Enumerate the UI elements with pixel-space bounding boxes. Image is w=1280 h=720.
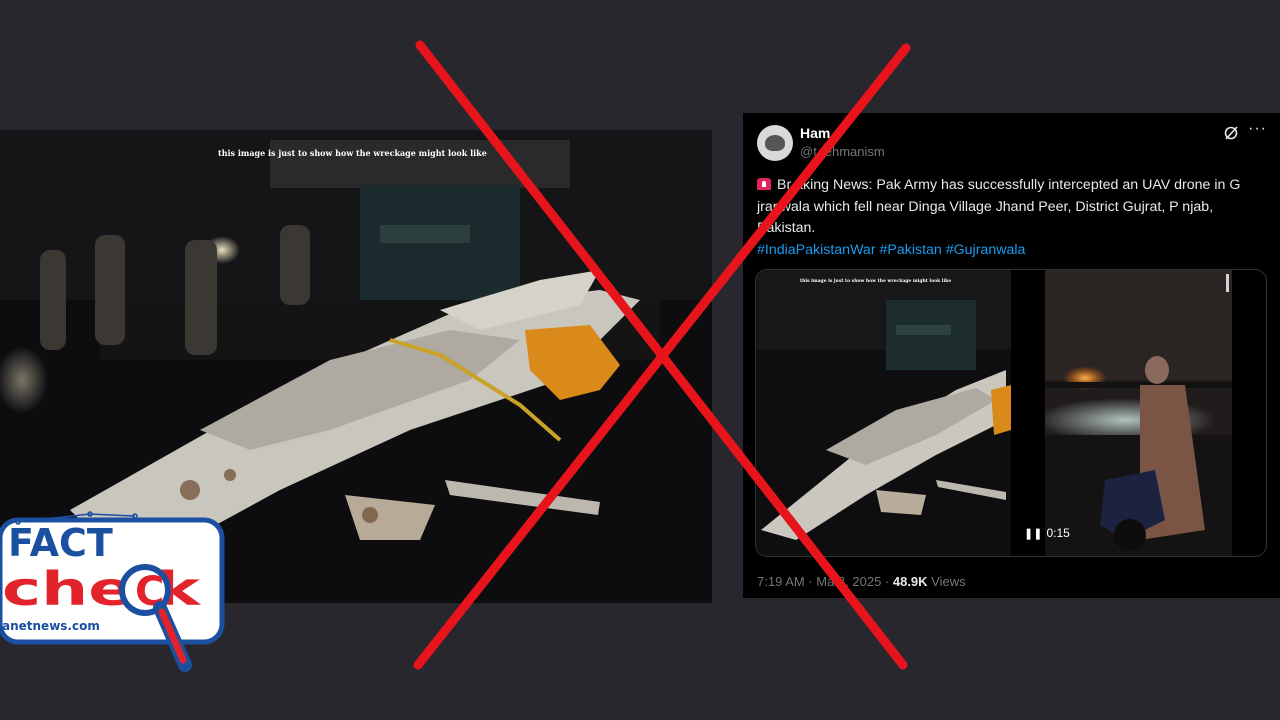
tweet-media[interactable]: this image is just to show how the wreck… xyxy=(755,269,1267,557)
tweet-text: Br aking News: Pak Army has successfully… xyxy=(757,177,1241,236)
logo-fact-text: FACT xyxy=(8,521,113,565)
grok-icon[interactable] xyxy=(1223,125,1239,141)
media-disclaimer-caption: this image is just to show how the wreck… xyxy=(800,279,952,284)
tweet-body: Br aking News: Pak Army has successfully… xyxy=(757,175,1267,261)
tweet-timestamp[interactable]: 7:19 AM · Ma 8, 2025 · xyxy=(757,574,893,589)
image-disclaimer-caption: this image is just to show how the wreck… xyxy=(218,148,487,158)
video-controls[interactable]: ❚❚ 0:15 xyxy=(1024,526,1070,540)
pause-icon[interactable]: ❚❚ xyxy=(1024,527,1042,540)
logo-site-text: anetnews.com xyxy=(2,619,100,633)
tweet-author-handle[interactable]: @t rehmanism xyxy=(800,144,885,159)
siren-icon xyxy=(757,178,771,190)
tweet-view-count: 48.9K xyxy=(892,574,928,589)
logo-check-text: che k xyxy=(2,562,202,616)
tweet-views-label: Views xyxy=(927,574,966,589)
video-duration: 0:15 xyxy=(1046,526,1070,540)
video-frame-scene xyxy=(1045,270,1232,556)
tweet-card[interactable]: Ham @t rehmanism ··· Br aking News: Pak … xyxy=(743,113,1280,598)
media-video[interactable] xyxy=(1045,270,1232,556)
media-image-wreckage[interactable]: this image is just to show how the wreck… xyxy=(756,270,1011,556)
fact-check-logo: FACT che k C anetnews.com xyxy=(0,511,225,672)
avatar[interactable] xyxy=(757,125,793,161)
tweet-hashtags[interactable]: #IndiaPakistanWar #Pakistan #Gujranwala xyxy=(757,242,1025,258)
tweet-metadata: 7:19 AM · Ma 8, 2025 · 48.9K Views xyxy=(757,574,966,589)
video-scrubber[interactable] xyxy=(1226,274,1229,292)
more-options-icon[interactable]: ··· xyxy=(1248,120,1267,138)
tweet-author-name[interactable]: Ham xyxy=(800,125,830,141)
media-wreckage-scene xyxy=(756,270,1011,556)
